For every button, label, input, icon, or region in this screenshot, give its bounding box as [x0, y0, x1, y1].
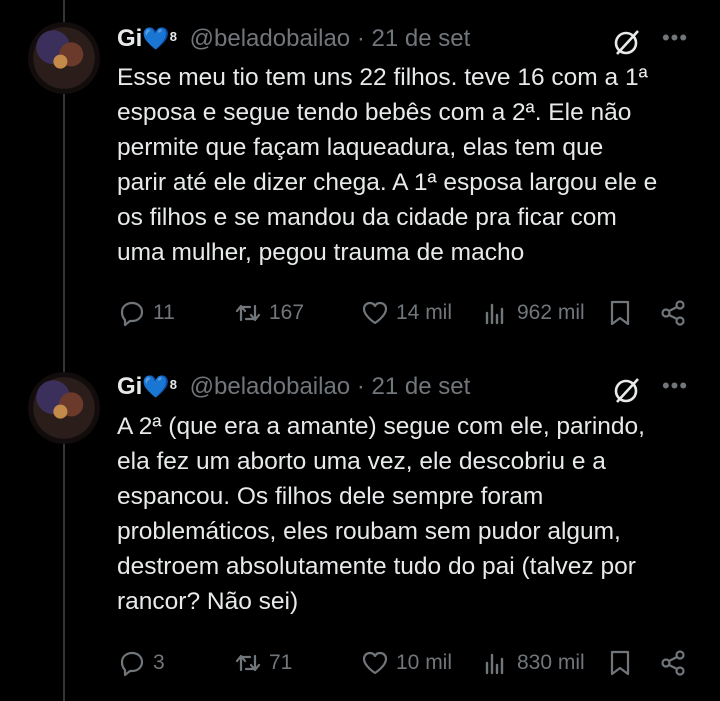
- author-name[interactable]: Gi: [117, 373, 142, 400]
- share-button[interactable]: [658, 296, 688, 330]
- retweet-count: 167: [269, 301, 305, 324]
- share-button[interactable]: [658, 646, 688, 680]
- author-handle[interactable]: @beladobailao: [190, 373, 351, 400]
- author-badge: 8: [169, 29, 177, 44]
- tweet[interactable]: Gi💙8 @beladobailao · 21 de set ••• A 2ª …: [0, 350, 720, 701]
- blue-heart-icon: 💙: [142, 26, 170, 51]
- reply-icon: [120, 651, 144, 677]
- grok-icon[interactable]: [612, 27, 642, 57]
- bookmark-icon: [610, 650, 630, 676]
- bookmark-icon: [610, 300, 630, 326]
- tweet-text-line: destroem absolutamente tudo do pai (talv…: [117, 553, 636, 580]
- tweet-text-line: parir até ele dizer chega. A 1ª esposa l…: [117, 169, 658, 196]
- action-bar: 3 71 10 mil 830 mil: [0, 646, 720, 680]
- reply-button[interactable]: 3: [117, 646, 165, 680]
- bookmark-button[interactable]: [605, 646, 635, 680]
- like-icon: [362, 651, 388, 675]
- avatar[interactable]: [28, 372, 100, 444]
- tweet-text-line: os filhos e se mandou da cidade pra fica…: [117, 204, 617, 231]
- views-count: 962 mil: [517, 301, 585, 324]
- author-badge: 8: [169, 377, 177, 392]
- author-handle[interactable]: @beladobailao: [190, 25, 351, 52]
- author-name[interactable]: Gi: [117, 25, 142, 52]
- tweet-text-line: rancor? Não sei): [117, 588, 299, 615]
- retweet-count: 71: [269, 651, 293, 674]
- tweet-text-line: esposa e segue tendo bebês com a 2ª. Ele…: [117, 99, 632, 126]
- like-button[interactable]: 14 mil: [360, 296, 452, 330]
- tweet-date[interactable]: 21 de set: [372, 25, 471, 52]
- separator-dot: ·: [356, 25, 365, 52]
- reply-count: 3: [153, 651, 165, 674]
- like-icon: [362, 301, 388, 325]
- tweet-header: Gi💙8 @beladobailao · 21 de set: [117, 372, 470, 402]
- more-icon[interactable]: •••: [660, 375, 690, 406]
- bookmark-button[interactable]: [605, 296, 635, 330]
- tweet-text: Esse meu tio tem uns 22 filhos. teve 16 …: [117, 60, 702, 270]
- tweet-text-line: Esse meu tio tem uns 22 filhos. teve 16 …: [117, 64, 648, 91]
- retweet-button[interactable]: 71: [233, 646, 292, 680]
- tweet[interactable]: Gi💙8 @beladobailao · 21 de set ••• Esse …: [0, 0, 720, 350]
- more-icon[interactable]: •••: [660, 27, 690, 58]
- retweet-icon: [235, 304, 261, 322]
- tweet-text-line: espancou. Os filhos dele sempre foram: [117, 483, 544, 510]
- share-icon: [661, 650, 685, 676]
- tweet-date[interactable]: 21 de set: [372, 373, 471, 400]
- separator-dot: ·: [356, 373, 365, 400]
- tweet-text-line: problemáticos, eles roubam sem pudor alg…: [117, 518, 621, 545]
- like-button[interactable]: 10 mil: [360, 646, 452, 680]
- reply-icon: [120, 301, 144, 327]
- reply-button[interactable]: 11: [117, 296, 175, 330]
- blue-heart-icon: 💙: [142, 374, 170, 399]
- views-button[interactable]: 830 mil: [481, 646, 585, 680]
- share-icon: [661, 300, 685, 326]
- grok-icon[interactable]: [612, 375, 642, 405]
- tweet-text-line: A 2ª (que era a amante) segue com ele, p…: [117, 413, 645, 440]
- tweet-text-line: ela fez um aborto uma vez, ele descobriu…: [117, 448, 606, 475]
- reply-count: 11: [153, 301, 175, 324]
- views-button[interactable]: 962 mil: [481, 296, 585, 330]
- views-icon: [485, 653, 504, 675]
- tweet-text: A 2ª (que era a amante) segue com ele, p…: [117, 409, 702, 619]
- tweet-text-line: uma mulher, pegou trauma de macho: [117, 239, 525, 266]
- action-bar: 11 167 14 mil 962 mil: [0, 296, 720, 330]
- views-count: 830 mil: [517, 651, 585, 674]
- tweet-header: Gi💙8 @beladobailao · 21 de set: [117, 24, 470, 54]
- like-count: 10 mil: [396, 651, 453, 674]
- tweet-text-line: permite que façam laqueadura, elas tem q…: [117, 134, 604, 161]
- views-icon: [485, 303, 504, 325]
- avatar[interactable]: [28, 22, 100, 94]
- retweet-icon: [235, 654, 261, 672]
- retweet-button[interactable]: 167: [233, 296, 304, 330]
- like-count: 14 mil: [396, 301, 453, 324]
